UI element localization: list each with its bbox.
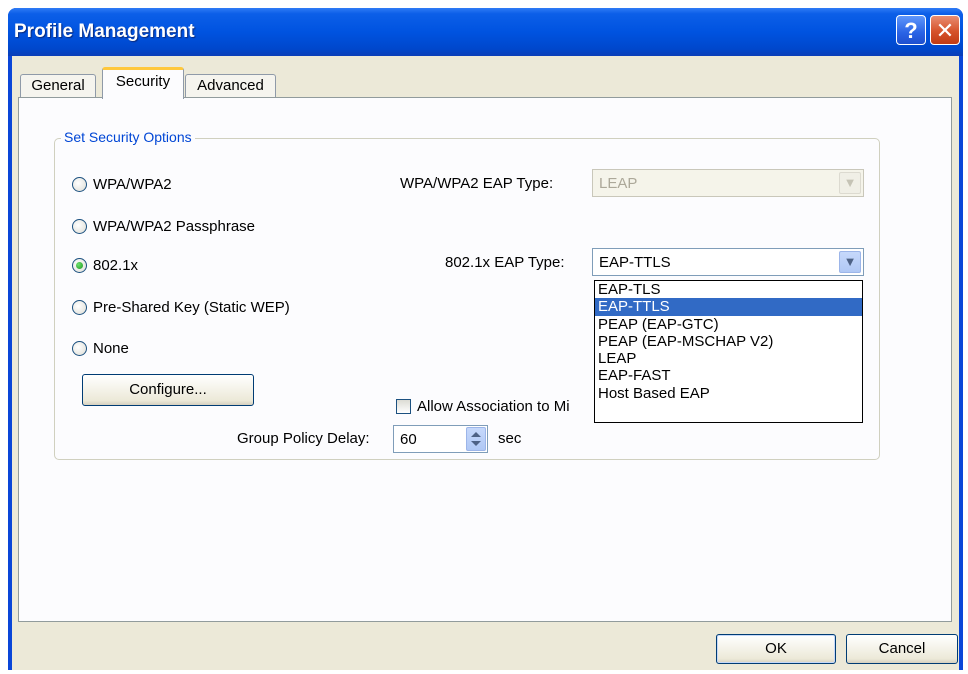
- allow-association-checkbox-row[interactable]: Allow Association to Mi: [396, 396, 570, 416]
- group-title: Set Security Options: [61, 129, 195, 145]
- radio-pre-shared-key[interactable]: Pre-Shared Key (Static WEP): [72, 297, 290, 317]
- allow-association-label: Allow Association to Mi: [417, 397, 570, 415]
- group-policy-unit: sec: [498, 430, 522, 447]
- radio-label: WPA/WPA2: [93, 175, 172, 193]
- tab-security[interactable]: Security: [102, 67, 184, 99]
- chevron-down-icon[interactable]: ▼: [839, 251, 861, 273]
- dropdown-option-eap-tls[interactable]: EAP-TLS: [595, 281, 862, 298]
- title-bar[interactable]: Profile Management ? ✕: [8, 8, 963, 56]
- radio-indicator-checked[interactable]: [72, 257, 87, 273]
- group-policy-delay-spinner[interactable]: 60: [393, 425, 488, 453]
- radio-indicator[interactable]: [72, 340, 87, 356]
- window-title: Profile Management: [14, 21, 195, 42]
- dropdown-option-peap-gtc[interactable]: PEAP (EAP-GTC): [595, 316, 862, 333]
- tab-general[interactable]: General: [20, 74, 96, 98]
- radio-label: 802.1x: [93, 256, 139, 274]
- radio-wpa-wpa2-passphrase[interactable]: WPA/WPA2 Passphrase: [72, 216, 255, 236]
- chevron-down-icon[interactable]: ▼: [839, 172, 861, 194]
- wpa-eap-type-select[interactable]: LEAP ▼: [592, 169, 864, 197]
- dropdown-option-eap-ttls[interactable]: EAP-TTLS: [595, 298, 862, 316]
- allow-association-checkbox[interactable]: [396, 398, 411, 414]
- dot1x-eap-type-select[interactable]: EAP-TTLS ▼: [592, 248, 864, 276]
- help-button[interactable]: ?: [896, 15, 926, 45]
- arrow-down-icon[interactable]: [471, 441, 481, 446]
- radio-indicator[interactable]: [72, 176, 87, 192]
- group-policy-delay-label: Group Policy Delay:: [237, 430, 370, 447]
- group-policy-delay-value: 60: [400, 431, 417, 448]
- dot1x-eap-type-value: EAP-TTLS: [599, 254, 671, 271]
- wpa-eap-type-value: LEAP: [599, 175, 638, 192]
- spinner-buttons[interactable]: [466, 427, 486, 451]
- tab-advanced[interactable]: Advanced: [185, 74, 276, 98]
- dropdown-option-host-based-eap[interactable]: Host Based EAP: [595, 385, 862, 402]
- arrow-up-icon[interactable]: [471, 432, 481, 437]
- close-button[interactable]: ✕: [930, 15, 960, 45]
- wpa-eap-type-label: WPA/WPA2 EAP Type:: [400, 175, 554, 192]
- radio-label: Pre-Shared Key (Static WEP): [93, 298, 290, 316]
- radio-wpa-wpa2[interactable]: WPA/WPA2: [72, 174, 172, 194]
- dropdown-option-eap-fast[interactable]: EAP-FAST: [595, 367, 862, 384]
- radio-label: None: [93, 339, 129, 357]
- radio-802-1x[interactable]: 802.1x: [72, 255, 138, 275]
- ok-button[interactable]: OK: [716, 634, 836, 664]
- dropdown-option-peap-mschap[interactable]: PEAP (EAP-MSCHAP V2): [595, 333, 862, 350]
- cancel-button[interactable]: Cancel: [846, 634, 958, 664]
- radio-indicator[interactable]: [72, 299, 87, 315]
- radio-indicator[interactable]: [72, 218, 87, 234]
- configure-button[interactable]: Configure...: [82, 374, 254, 406]
- dropdown-option-leap[interactable]: LEAP: [595, 350, 862, 367]
- dot1x-eap-type-label: 802.1x EAP Type:: [445, 254, 565, 271]
- radio-label: WPA/WPA2 Passphrase: [93, 217, 255, 235]
- dot1x-eap-type-dropdown[interactable]: EAP-TLS EAP-TTLS PEAP (EAP-GTC) PEAP (EA…: [594, 280, 863, 423]
- radio-none[interactable]: None: [72, 338, 129, 358]
